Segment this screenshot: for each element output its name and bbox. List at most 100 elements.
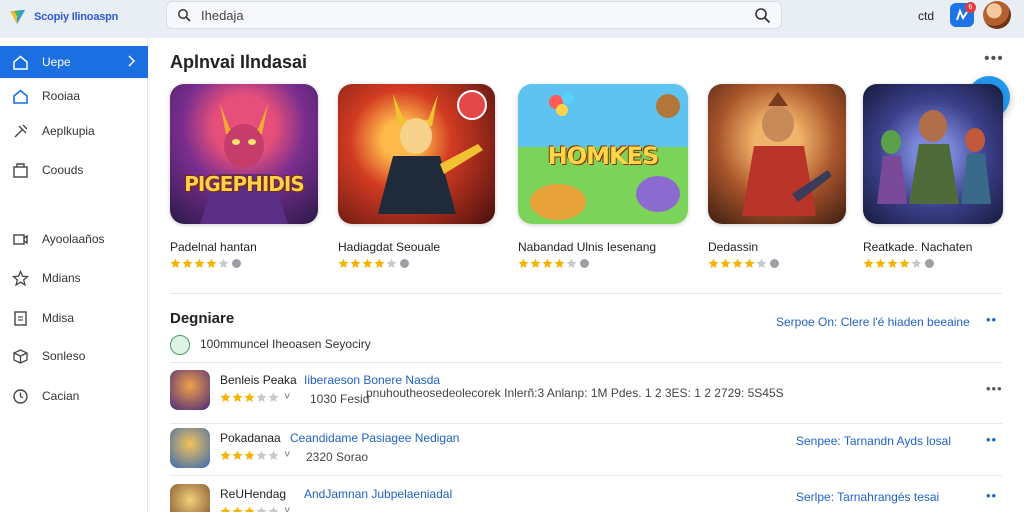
home-outline-icon	[13, 89, 28, 104]
notification-badge: 6	[965, 2, 976, 13]
rating-stars: ˅	[220, 391, 290, 403]
info-icon	[580, 259, 589, 268]
list-item[interactable]: Benleis Peaka Iiberaeson Bonere Nasda ˅ …	[170, 370, 1002, 420]
chevron-right-icon	[128, 55, 136, 67]
tools-icon	[14, 124, 28, 138]
rating-stars	[170, 258, 241, 269]
top-label[interactable]: ctd	[918, 9, 934, 23]
main-content: Aplnvai Ilndasai ••• + PIGEPHIDIS Padeln…	[148, 38, 1024, 512]
section-title: Degniare	[170, 310, 235, 327]
sidebar-item-7[interactable]: Sonleso	[0, 340, 148, 372]
top-bar: Scopiy Ilinoaspn Ihedaja ctd 6	[0, 0, 1024, 38]
search-icon	[178, 9, 191, 22]
app-thumbnail[interactable]	[708, 84, 846, 224]
sidebar-item-4[interactable]: Ayoolaaños	[0, 223, 148, 255]
row-name: Benleis Peaka	[220, 373, 297, 387]
app-thumbnail[interactable]: HOMKES	[518, 84, 688, 224]
search-input[interactable]: Ihedaja	[201, 8, 244, 23]
star-icon	[554, 258, 565, 268]
sidebar-item-0[interactable]: Uepe	[0, 46, 148, 78]
section-more-button[interactable]: ••	[986, 312, 997, 327]
star-icon	[232, 450, 243, 460]
star-icon	[268, 450, 279, 460]
row-link[interactable]: Serlpe: Tarnahrangés tesai	[796, 490, 939, 504]
document-icon	[14, 311, 27, 326]
chevron-down-icon[interactable]: ˅	[284, 449, 290, 461]
star-icon	[256, 506, 267, 512]
list-item[interactable]: Pokadanaa Ceandidame Pasiagee Nedigan ˅ …	[170, 428, 1002, 478]
home-icon	[13, 55, 28, 70]
rating-stars: ˅	[220, 505, 290, 512]
sidebar-item-2[interactable]: Aeplkupia	[0, 115, 148, 147]
star-icon	[911, 258, 922, 268]
star-icon	[194, 258, 205, 268]
row-description[interactable]: Ceandidame Pasiagee Nedigan	[290, 431, 459, 445]
app-thumbnail-title: PIGEPHIDIS	[184, 172, 304, 196]
search-bar[interactable]: Ihedaja	[166, 1, 782, 29]
more-options-button[interactable]: •••	[984, 50, 1004, 68]
row-description[interactable]: Iiberaeson Bonere Nasda	[304, 373, 440, 387]
star-icon	[12, 270, 29, 287]
row-more-button[interactable]: ••	[986, 432, 997, 447]
cube-icon	[13, 349, 28, 364]
page-title: Aplnvai Ilndasai	[170, 52, 308, 72]
star-icon	[244, 506, 255, 512]
app-name: Reatkade. Nachaten	[863, 240, 973, 254]
app-name: Hadiagdat Seouale	[338, 240, 441, 254]
chevron-down-icon[interactable]: ˅	[284, 505, 290, 512]
sidebar-item-8[interactable]: Cacian	[0, 380, 148, 412]
rating-stars	[863, 258, 934, 269]
list-item[interactable]: ReUHendag AndJamnan Jubpelaeniadal ˅ Ser…	[170, 484, 1002, 512]
sidebar-item-6[interactable]: Mdisa	[0, 302, 148, 334]
star-icon	[899, 258, 910, 268]
star-icon	[350, 258, 361, 268]
app-thumbnail[interactable]	[863, 84, 1003, 224]
info-icon	[400, 259, 409, 268]
sidebar-item-label: Rooiaa	[42, 89, 81, 103]
character-art-icon	[742, 92, 832, 216]
video-icon	[13, 234, 28, 245]
row-link[interactable]: Senpee: Tarnandn Ayds losal	[796, 434, 951, 448]
star-icon	[518, 258, 529, 268]
sidebar-item-label: Sonleso	[42, 349, 86, 363]
star-icon	[218, 258, 229, 268]
star-icon	[244, 450, 255, 460]
search-submit-icon[interactable]	[754, 7, 771, 24]
star-icon	[206, 258, 217, 268]
star-icon	[887, 258, 898, 268]
star-icon	[720, 258, 731, 268]
app-thumbnail[interactable]	[338, 84, 495, 224]
rating-stars	[518, 258, 589, 269]
brand[interactable]: Scopiy Ilinoaspn	[8, 6, 118, 28]
avatar[interactable]	[983, 1, 1011, 29]
sidebar-item-3[interactable]: Coouds	[0, 154, 148, 186]
row-more-button[interactable]: ••	[986, 488, 997, 503]
star-icon	[875, 258, 886, 268]
star-icon	[374, 258, 385, 268]
row-more-button[interactable]: •••	[986, 381, 1003, 396]
sidebar-item-1[interactable]: Rooiaa	[0, 80, 148, 112]
star-icon	[256, 450, 267, 460]
row-description[interactable]: AndJamnan Jubpelaeniadal	[304, 487, 452, 501]
divider	[170, 475, 1002, 476]
store-icon	[13, 163, 28, 178]
star-icon	[732, 258, 743, 268]
star-icon	[220, 450, 231, 460]
star-icon	[863, 258, 874, 268]
brand-name: Scopiy Ilinoaspn	[34, 11, 119, 23]
chevron-down-icon[interactable]: ˅	[284, 391, 290, 403]
brand-logo-icon	[10, 10, 25, 24]
star-icon	[542, 258, 553, 268]
star-icon	[268, 506, 279, 512]
character-art-icon	[200, 104, 288, 224]
sidebar: Uepe Rooiaa Aeplkupia Coouds Ayoolaaños	[0, 38, 148, 512]
star-icon	[566, 258, 577, 268]
verified-icon	[170, 335, 190, 355]
star-icon	[244, 392, 255, 402]
app-thumbnail[interactable]: PIGEPHIDIS	[170, 84, 318, 224]
sidebar-item-5[interactable]: Mdians	[0, 262, 148, 294]
star-icon	[268, 392, 279, 402]
section-link[interactable]: Serpoe On: Clere l'é hiaden beeaine	[776, 315, 970, 329]
app-thumbnail-title: HOMKES	[547, 142, 660, 170]
star-icon	[256, 392, 267, 402]
